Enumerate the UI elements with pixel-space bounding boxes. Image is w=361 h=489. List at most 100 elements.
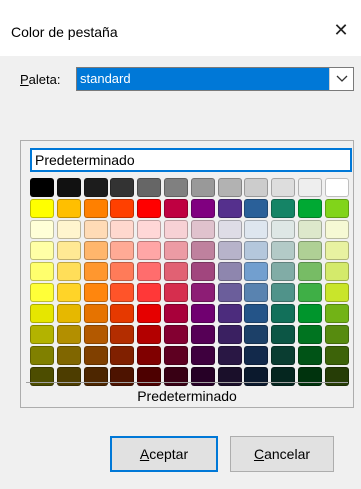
- color-swatch[interactable]: [137, 325, 162, 344]
- color-swatch[interactable]: [110, 199, 135, 218]
- color-swatch[interactable]: [83, 325, 108, 344]
- color-swatch[interactable]: [163, 199, 188, 218]
- color-swatch[interactable]: [137, 262, 162, 281]
- color-swatch[interactable]: [56, 325, 81, 344]
- close-icon[interactable]: ✕: [329, 18, 353, 42]
- color-swatch[interactable]: [217, 367, 242, 386]
- color-swatch[interactable]: [163, 178, 188, 197]
- cancel-button[interactable]: Cancelar: [230, 436, 334, 472]
- color-swatch[interactable]: [271, 325, 296, 344]
- color-swatch[interactable]: [271, 220, 296, 239]
- color-swatch[interactable]: [217, 199, 242, 218]
- color-swatch[interactable]: [190, 262, 215, 281]
- color-swatch[interactable]: [110, 178, 135, 197]
- color-swatch[interactable]: [244, 367, 269, 386]
- color-swatch[interactable]: [217, 262, 242, 281]
- color-swatch[interactable]: [56, 178, 81, 197]
- color-swatch[interactable]: [137, 199, 162, 218]
- color-swatch[interactable]: [244, 241, 269, 260]
- color-swatch[interactable]: [271, 283, 296, 302]
- color-swatch[interactable]: [137, 346, 162, 365]
- color-swatch[interactable]: [163, 262, 188, 281]
- color-swatch[interactable]: [83, 262, 108, 281]
- color-swatch[interactable]: [56, 241, 81, 260]
- color-swatch[interactable]: [190, 199, 215, 218]
- color-swatch[interactable]: [137, 367, 162, 386]
- color-swatch[interactable]: [244, 304, 269, 323]
- color-swatch[interactable]: [190, 325, 215, 344]
- color-swatch[interactable]: [297, 283, 322, 302]
- color-swatch[interactable]: [190, 346, 215, 365]
- color-swatch[interactable]: [163, 241, 188, 260]
- color-swatch[interactable]: [110, 283, 135, 302]
- color-swatch[interactable]: [56, 346, 81, 365]
- color-swatch[interactable]: [190, 283, 215, 302]
- color-swatch[interactable]: [297, 199, 322, 218]
- color-swatch[interactable]: [217, 346, 242, 365]
- color-name-field[interactable]: Predeterminado: [30, 148, 352, 172]
- color-swatch[interactable]: [56, 304, 81, 323]
- color-swatch[interactable]: [30, 304, 54, 323]
- color-swatch[interactable]: [190, 304, 215, 323]
- color-swatch[interactable]: [271, 178, 296, 197]
- color-swatch[interactable]: [137, 220, 162, 239]
- color-swatch[interactable]: [110, 262, 135, 281]
- color-swatch[interactable]: [244, 346, 269, 365]
- color-swatch[interactable]: [324, 304, 349, 323]
- color-swatch[interactable]: [110, 241, 135, 260]
- color-swatch[interactable]: [244, 283, 269, 302]
- color-swatch[interactable]: [271, 241, 296, 260]
- color-swatch[interactable]: [83, 220, 108, 239]
- color-swatch[interactable]: [56, 220, 81, 239]
- color-swatch[interactable]: [244, 325, 269, 344]
- color-swatch[interactable]: [324, 199, 349, 218]
- color-swatch[interactable]: [163, 346, 188, 365]
- color-swatch[interactable]: [163, 304, 188, 323]
- color-swatch[interactable]: [137, 304, 162, 323]
- color-swatch[interactable]: [297, 346, 322, 365]
- color-swatch[interactable]: [83, 199, 108, 218]
- color-swatch[interactable]: [324, 178, 349, 197]
- color-swatch[interactable]: [190, 367, 215, 386]
- color-swatch[interactable]: [83, 241, 108, 260]
- color-swatch[interactable]: [324, 325, 349, 344]
- color-swatch[interactable]: [83, 346, 108, 365]
- color-swatch[interactable]: [271, 262, 296, 281]
- palette-dropdown[interactable]: standard: [76, 67, 354, 91]
- dropdown-button[interactable]: [329, 68, 353, 90]
- color-swatch[interactable]: [163, 283, 188, 302]
- color-swatch[interactable]: [217, 178, 242, 197]
- color-swatch[interactable]: [190, 241, 215, 260]
- color-swatch[interactable]: [137, 241, 162, 260]
- color-swatch[interactable]: [110, 220, 135, 239]
- color-swatch[interactable]: [30, 283, 54, 302]
- color-swatch[interactable]: [110, 367, 135, 386]
- color-swatch[interactable]: [324, 241, 349, 260]
- color-swatch[interactable]: [297, 367, 322, 386]
- color-swatch[interactable]: [244, 199, 269, 218]
- color-swatch[interactable]: [30, 346, 54, 365]
- color-swatch[interactable]: [110, 304, 135, 323]
- color-swatch[interactable]: [297, 304, 322, 323]
- color-swatch[interactable]: [30, 325, 54, 344]
- default-color-button[interactable]: Predeterminado: [26, 386, 348, 406]
- color-swatch[interactable]: [30, 367, 54, 386]
- color-swatch[interactable]: [137, 283, 162, 302]
- color-swatch[interactable]: [56, 367, 81, 386]
- color-swatch[interactable]: [163, 325, 188, 344]
- color-swatch[interactable]: [271, 367, 296, 386]
- color-swatch[interactable]: [217, 304, 242, 323]
- color-swatch[interactable]: [324, 367, 349, 386]
- color-swatch[interactable]: [30, 199, 54, 218]
- color-swatch[interactable]: [244, 262, 269, 281]
- color-swatch[interactable]: [56, 283, 81, 302]
- color-swatch[interactable]: [217, 325, 242, 344]
- color-swatch[interactable]: [297, 178, 322, 197]
- color-swatch[interactable]: [137, 178, 162, 197]
- color-swatch[interactable]: [271, 199, 296, 218]
- color-swatch[interactable]: [83, 304, 108, 323]
- color-swatch[interactable]: [297, 262, 322, 281]
- color-swatch[interactable]: [217, 283, 242, 302]
- color-swatch[interactable]: [56, 199, 81, 218]
- color-swatch[interactable]: [324, 346, 349, 365]
